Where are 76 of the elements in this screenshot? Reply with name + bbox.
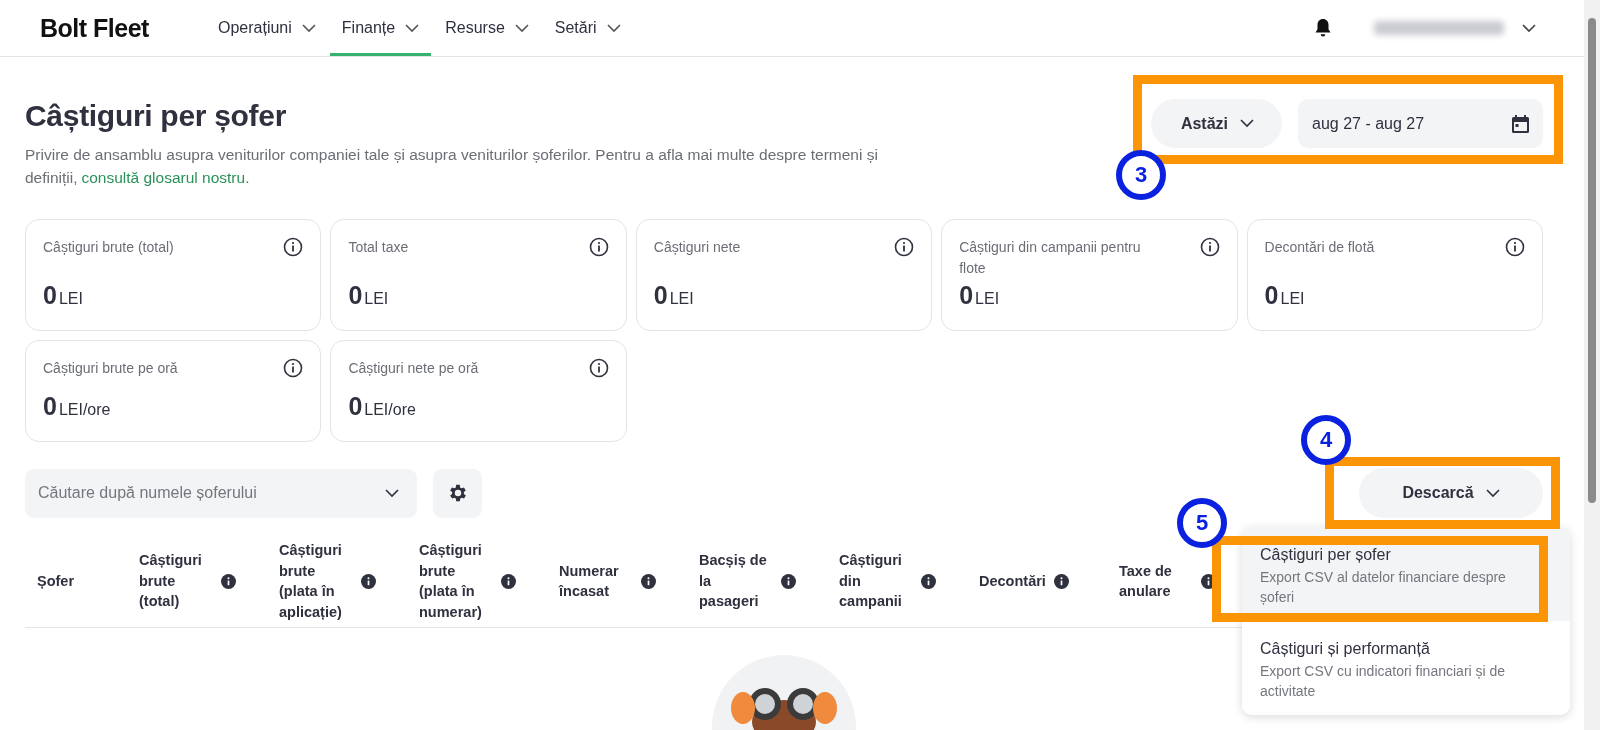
info-icon[interactable] xyxy=(588,237,609,257)
page-title: Câștiguri per șofer xyxy=(25,99,288,133)
card-value: 0 xyxy=(43,392,57,421)
card-label: Decontări de flotă xyxy=(1264,238,1375,257)
info-icon[interactable] xyxy=(781,573,796,589)
menu-item-title: Câștiguri și performanță xyxy=(1260,639,1431,659)
info-icon[interactable] xyxy=(283,358,304,378)
info-icon[interactable] xyxy=(894,237,915,257)
info-icon[interactable] xyxy=(1505,237,1525,257)
glossary-link[interactable]: consultă glosarul nostru. xyxy=(81,169,250,186)
info-icon[interactable] xyxy=(588,358,609,378)
menu-item-title: Câștiguri per șofer xyxy=(1260,545,1392,565)
nav-tab[interactable]: Finanțe xyxy=(329,0,432,56)
info-icon[interactable] xyxy=(361,573,376,589)
card-unit: LEI/ore xyxy=(58,401,111,419)
step-number-badge: 3 xyxy=(1116,150,1166,200)
card-label: Câștiguri din campanii pentru flote xyxy=(959,238,1142,278)
card-label: Câștiguri brute (total) xyxy=(43,238,174,257)
card-label: Câștiguri nete xyxy=(653,238,741,257)
card-label: Câștiguri nete pe oră xyxy=(348,359,479,378)
notification-bell-icon[interactable] xyxy=(1314,18,1332,38)
card-unit: LEI xyxy=(1280,290,1305,308)
download-menu-item[interactable]: Câștiguri și performanță Export CSV cu indicatori financiari și de activitate xyxy=(1242,621,1570,715)
chevron-down-icon xyxy=(1240,119,1254,128)
date-range-field[interactable]: aug 27 - aug 27 xyxy=(1298,99,1543,148)
chevron-down-icon xyxy=(301,23,316,33)
card-value: 0 xyxy=(959,281,974,310)
logo[interactable]: Bolt Fleet xyxy=(40,13,206,43)
card-value: 0 xyxy=(348,281,363,310)
column-header: Taxe de anulare xyxy=(1119,561,1173,601)
menu-item-description: Export CSV al datelor financiare despre șoferi xyxy=(1260,568,1507,607)
info-icon[interactable] xyxy=(283,237,304,257)
settings-button[interactable] xyxy=(433,468,482,518)
card-unit: LEI xyxy=(975,290,1000,308)
chevron-down-icon xyxy=(514,23,529,33)
card-value: 0 xyxy=(43,281,57,310)
chevron-down-icon xyxy=(606,23,621,33)
step-number-badge: 5 xyxy=(1177,498,1227,548)
step-number-badge: 4 xyxy=(1301,415,1351,465)
calendar-icon xyxy=(1512,114,1529,133)
column-header: Șofer xyxy=(37,571,75,591)
info-icon[interactable] xyxy=(641,573,656,589)
column-header: Decontări xyxy=(979,571,1046,591)
card-unit: LEI xyxy=(669,290,694,308)
card-value: 0 xyxy=(348,392,363,421)
info-icon[interactable] xyxy=(501,573,516,589)
download-button[interactable]: Descarcă xyxy=(1359,468,1543,518)
column-header: Câștiguri din campanii xyxy=(839,551,903,612)
column-header: Bacșiș de la pasageri xyxy=(699,551,768,612)
info-icon[interactable] xyxy=(1053,573,1069,589)
chevron-down-icon xyxy=(405,23,420,33)
column-header: Numerar încasat xyxy=(559,561,620,601)
scrollbar-thumb[interactable] xyxy=(1588,18,1596,503)
card-unit: LEI/ore xyxy=(364,401,416,419)
nav-tab[interactable]: Setări xyxy=(542,0,633,56)
card-unit: LEI xyxy=(364,290,389,308)
info-icon[interactable] xyxy=(1199,237,1220,257)
card-unit: LEI xyxy=(58,290,83,308)
card-label: Câștiguri brute pe oră xyxy=(43,359,178,378)
info-icon[interactable] xyxy=(221,573,236,589)
nav-tab[interactable]: Operațiuni xyxy=(206,0,328,56)
chevron-down-icon xyxy=(385,488,399,498)
period-dropdown[interactable]: Astăzi xyxy=(1150,99,1282,148)
column-header: Câștiguri brute (plata în numerar) xyxy=(419,541,483,622)
column-header: Câștiguri brute (plata în aplicație) xyxy=(279,541,343,622)
card-label: Total taxe xyxy=(348,238,409,257)
page-description: Privire de ansamblu asupra veniturilor companiei tale și asupra veniturilor șoferilor. Pentru a afla mai multe despre termeni și definiții, consultă glosarul nostru. xyxy=(25,145,879,188)
card-value: 0 xyxy=(1264,281,1279,310)
driver-search-field[interactable]: Căutare după numele șoferului xyxy=(25,468,417,518)
info-icon[interactable] xyxy=(921,573,936,589)
card-value: 0 xyxy=(653,281,668,310)
chevron-down-icon xyxy=(1522,23,1536,33)
column-header: Câștiguri brute (total) xyxy=(139,551,203,612)
nav-tab[interactable]: Resurse xyxy=(433,0,541,56)
chevron-down-icon xyxy=(1485,488,1500,498)
menu-item-description: Export CSV cu indicatori financiari și de activitate xyxy=(1260,662,1507,701)
